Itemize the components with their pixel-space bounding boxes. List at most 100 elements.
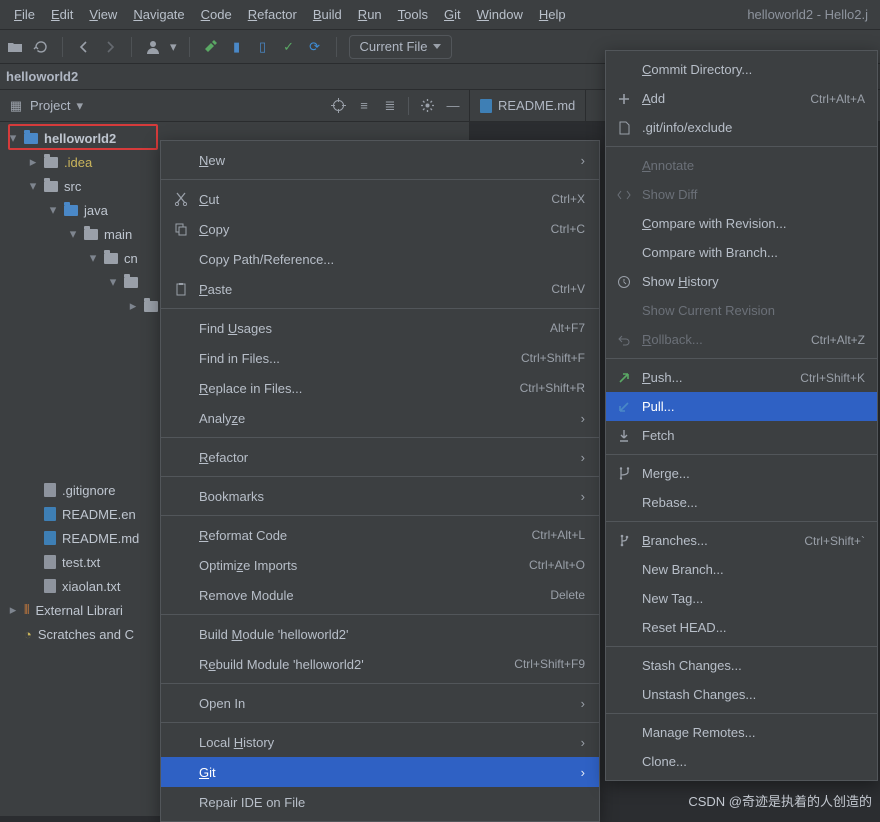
menu-view[interactable]: View xyxy=(81,3,125,26)
user-icon[interactable] xyxy=(144,38,162,56)
menu-item-label: Commit Directory... xyxy=(642,62,865,77)
git-menu-item[interactable]: Commit Directory... xyxy=(606,55,877,84)
git-menu-item[interactable]: Compare with Revision... xyxy=(606,209,877,238)
run-config-dropdown[interactable]: Current File xyxy=(349,35,453,59)
separator xyxy=(189,37,190,57)
context-menu-item[interactable]: Find UsagesAlt+F7 xyxy=(161,313,599,343)
git-menu-item[interactable]: Show Diff xyxy=(606,180,877,209)
refresh-icon[interactable] xyxy=(32,38,50,56)
push-icon xyxy=(616,372,632,384)
git-menu-item[interactable]: Unstash Changes... xyxy=(606,680,877,709)
context-menu-item[interactable]: Git› xyxy=(161,757,599,787)
context-menu-item[interactable]: Remove ModuleDelete xyxy=(161,580,599,610)
menu-separator xyxy=(606,646,877,647)
target-icon[interactable] xyxy=(330,98,346,114)
shortcut-label: Ctrl+Alt+L xyxy=(532,528,585,542)
context-menu-item[interactable]: Rebuild Module 'helloworld2'Ctrl+Shift+F… xyxy=(161,649,599,679)
run-config-label: Current File xyxy=(360,39,428,54)
menu-file[interactable]: File xyxy=(6,3,43,26)
menu-code[interactable]: Code xyxy=(193,3,240,26)
menu-item-label: Stash Changes... xyxy=(642,658,865,673)
context-menu-item[interactable]: CopyCtrl+C xyxy=(161,214,599,244)
project-header: ▦ Project ▾ ≡ ≣ — xyxy=(0,90,469,122)
menu-item-label: Compare with Branch... xyxy=(642,245,865,260)
git-menu-item[interactable]: New Branch... xyxy=(606,555,877,584)
editor-tab-label: README.md xyxy=(498,98,575,113)
menu-git[interactable]: Git xyxy=(436,3,469,26)
minimize-icon[interactable]: — xyxy=(445,98,461,114)
git-menu-item[interactable]: Show History xyxy=(606,267,877,296)
menu-help[interactable]: Help xyxy=(531,3,574,26)
menu-item-label: Compare with Revision... xyxy=(642,216,865,231)
menu-item-label: Git xyxy=(199,765,571,780)
menu-run[interactable]: Run xyxy=(350,3,390,26)
git-menu-item[interactable]: AddCtrl+Alt+A xyxy=(606,84,877,113)
context-menu-item[interactable]: Copy Path/Reference... xyxy=(161,244,599,274)
context-menu-item[interactable]: Repair IDE on File xyxy=(161,787,599,817)
context-menu-item[interactable]: Local History› xyxy=(161,727,599,757)
git-menu-item[interactable]: Clone... xyxy=(606,747,877,776)
context-menu-item[interactable]: CutCtrl+X xyxy=(161,184,599,214)
menu-item-label: Rebase... xyxy=(642,495,865,510)
context-menu-item[interactable]: Replace in Files...Ctrl+Shift+R xyxy=(161,373,599,403)
context-menu-item[interactable]: New› xyxy=(161,145,599,175)
context-menu[interactable]: New› CutCtrl+XCopyCtrl+CCopy Path/Referen… xyxy=(160,140,600,822)
git-menu-item[interactable]: New Tag... xyxy=(606,584,877,613)
context-menu-item[interactable]: Open In› xyxy=(161,688,599,718)
git-menu-item[interactable]: Annotate xyxy=(606,151,877,180)
gear-icon[interactable] xyxy=(419,98,435,114)
git-menu-item[interactable]: Merge... xyxy=(606,459,877,488)
menu-refactor[interactable]: Refactor xyxy=(240,3,305,26)
git-menu-item[interactable]: Stash Changes... xyxy=(606,651,877,680)
project-view-dropdown[interactable]: Project ▾ xyxy=(30,98,83,114)
git-menu-item[interactable]: Show Current Revision xyxy=(606,296,877,325)
file-new-icon[interactable]: ▮ xyxy=(228,38,246,56)
update-icon[interactable]: ⟳ xyxy=(306,38,324,56)
git-menu-item[interactable]: Push... Ctrl+Shift+K xyxy=(606,363,877,392)
menu-edit[interactable]: Edit xyxy=(43,3,81,26)
folder-icon xyxy=(44,181,58,192)
menu-item-label: Push... xyxy=(642,370,790,385)
file2-icon[interactable]: ▯ xyxy=(254,38,272,56)
menu-navigate[interactable]: Navigate xyxy=(125,3,192,26)
open-icon[interactable] xyxy=(6,38,24,56)
git-menu-item[interactable]: Rebase... xyxy=(606,488,877,517)
context-menu-item[interactable]: Analyze› xyxy=(161,403,599,433)
context-menu-item[interactable]: Optimize ImportsCtrl+Alt+O xyxy=(161,550,599,580)
editor-tab[interactable]: README.md xyxy=(470,90,586,121)
menu-window[interactable]: Window xyxy=(469,3,531,26)
menu-tools[interactable]: Tools xyxy=(390,3,436,26)
shortcut-label: Ctrl+Shift+F9 xyxy=(514,657,585,671)
git-submenu[interactable]: Commit Directory... AddCtrl+Alt+A.git/inf… xyxy=(605,50,878,781)
expand-all-icon[interactable]: ≡ xyxy=(356,98,372,114)
submenu-arrow-icon: › xyxy=(581,153,585,168)
git-menu-item[interactable]: Branches...Ctrl+Shift+` xyxy=(606,526,877,555)
breadcrumb[interactable]: helloworld2 xyxy=(6,69,78,84)
check-icon[interactable]: ✓ xyxy=(280,38,298,56)
folder-icon xyxy=(64,205,78,216)
git-menu-item[interactable]: Manage Remotes... xyxy=(606,718,877,747)
hammer-icon[interactable] xyxy=(202,38,220,56)
context-menu-item[interactable]: Refactor› xyxy=(161,442,599,472)
collapse-all-icon[interactable]: ≣ xyxy=(382,98,398,114)
shortcut-label: Ctrl+X xyxy=(551,192,585,206)
menu-separator xyxy=(161,614,599,615)
git-menu-item[interactable]: Compare with Branch... xyxy=(606,238,877,267)
shortcut-label: Ctrl+Shift+K xyxy=(800,371,865,385)
git-menu-item[interactable]: Reset HEAD... xyxy=(606,613,877,642)
context-menu-item[interactable]: Reformat CodeCtrl+Alt+L xyxy=(161,520,599,550)
git-menu-item[interactable]: Fetch xyxy=(606,421,877,450)
menu-build[interactable]: Build xyxy=(305,3,350,26)
context-menu-item[interactable]: PasteCtrl+V xyxy=(161,274,599,304)
context-menu-item[interactable]: Bookmarks› xyxy=(161,481,599,511)
markdown-icon xyxy=(480,99,492,113)
git-menu-item[interactable]: Rollback...Ctrl+Alt+Z xyxy=(606,325,877,354)
git-menu-item[interactable]: Pull... xyxy=(606,392,877,421)
git-menu-item[interactable]: .git/info/exclude xyxy=(606,113,877,142)
menu-item-label: Analyze xyxy=(199,411,571,426)
forward-icon[interactable] xyxy=(101,38,119,56)
context-menu-item[interactable]: Build Module 'helloworld2' xyxy=(161,619,599,649)
context-menu-item[interactable]: Find in Files...Ctrl+Shift+F xyxy=(161,343,599,373)
cut-icon xyxy=(173,192,189,206)
back-icon[interactable] xyxy=(75,38,93,56)
